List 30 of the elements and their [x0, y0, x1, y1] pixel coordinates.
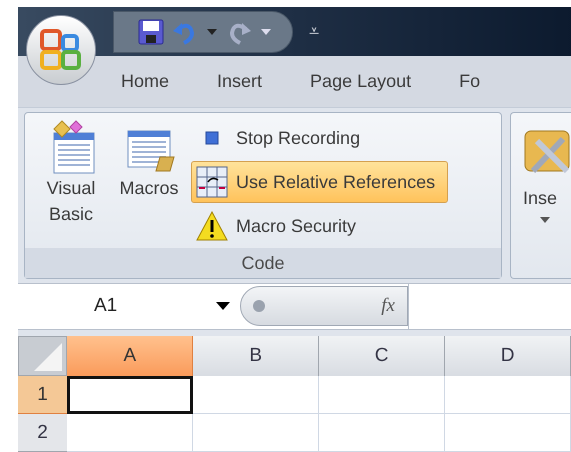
ribbon-tab[interactable]: Home — [121, 68, 170, 96]
triangle-icon — [34, 342, 62, 371]
ribbon-tab[interactable]: Insert — [217, 68, 262, 96]
caret-icon[interactable] — [539, 216, 551, 224]
name-box[interactable]: A1 — [18, 284, 240, 330]
formula-bar-button[interactable]: fx — [240, 286, 408, 326]
square-icon — [205, 131, 219, 146]
column-header[interactable]: B — [193, 336, 320, 376]
customize-toolbar-button[interactable]: ⩡ — [309, 18, 319, 46]
ribbon-small-button[interactable]: Stop Recording — [191, 117, 448, 160]
ribbon-large-button[interactable]: Macros — [113, 117, 185, 248]
ribbon-large-button[interactable]: Visual Basic — [35, 117, 107, 248]
cell[interactable] — [67, 376, 194, 414]
select-all-button[interactable] — [18, 336, 68, 376]
caret-icon[interactable] — [206, 28, 218, 36]
row-header[interactable]: 2 — [18, 414, 68, 452]
row-header[interactable]: 1 — [18, 376, 68, 414]
ribbon-button-label[interactable]: Inse — [523, 185, 571, 212]
column-header[interactable]: D — [445, 336, 571, 376]
office-logo-icon — [39, 28, 83, 72]
ribbon-tab[interactable]: Fo — [459, 68, 480, 96]
group-title: Code — [25, 248, 501, 278]
ribbon-tab[interactable]: Page Layout — [310, 68, 412, 96]
caret-icon[interactable] — [260, 28, 272, 36]
caret-icon — [216, 302, 230, 310]
column-header[interactable]: A — [67, 336, 194, 376]
column-header[interactable]: C — [319, 336, 446, 376]
ribbon-small-button[interactable]: Use Relative References — [191, 161, 448, 204]
warning-icon — [196, 211, 228, 242]
ribbon-small-button[interactable]: Macro Security — [191, 205, 448, 248]
